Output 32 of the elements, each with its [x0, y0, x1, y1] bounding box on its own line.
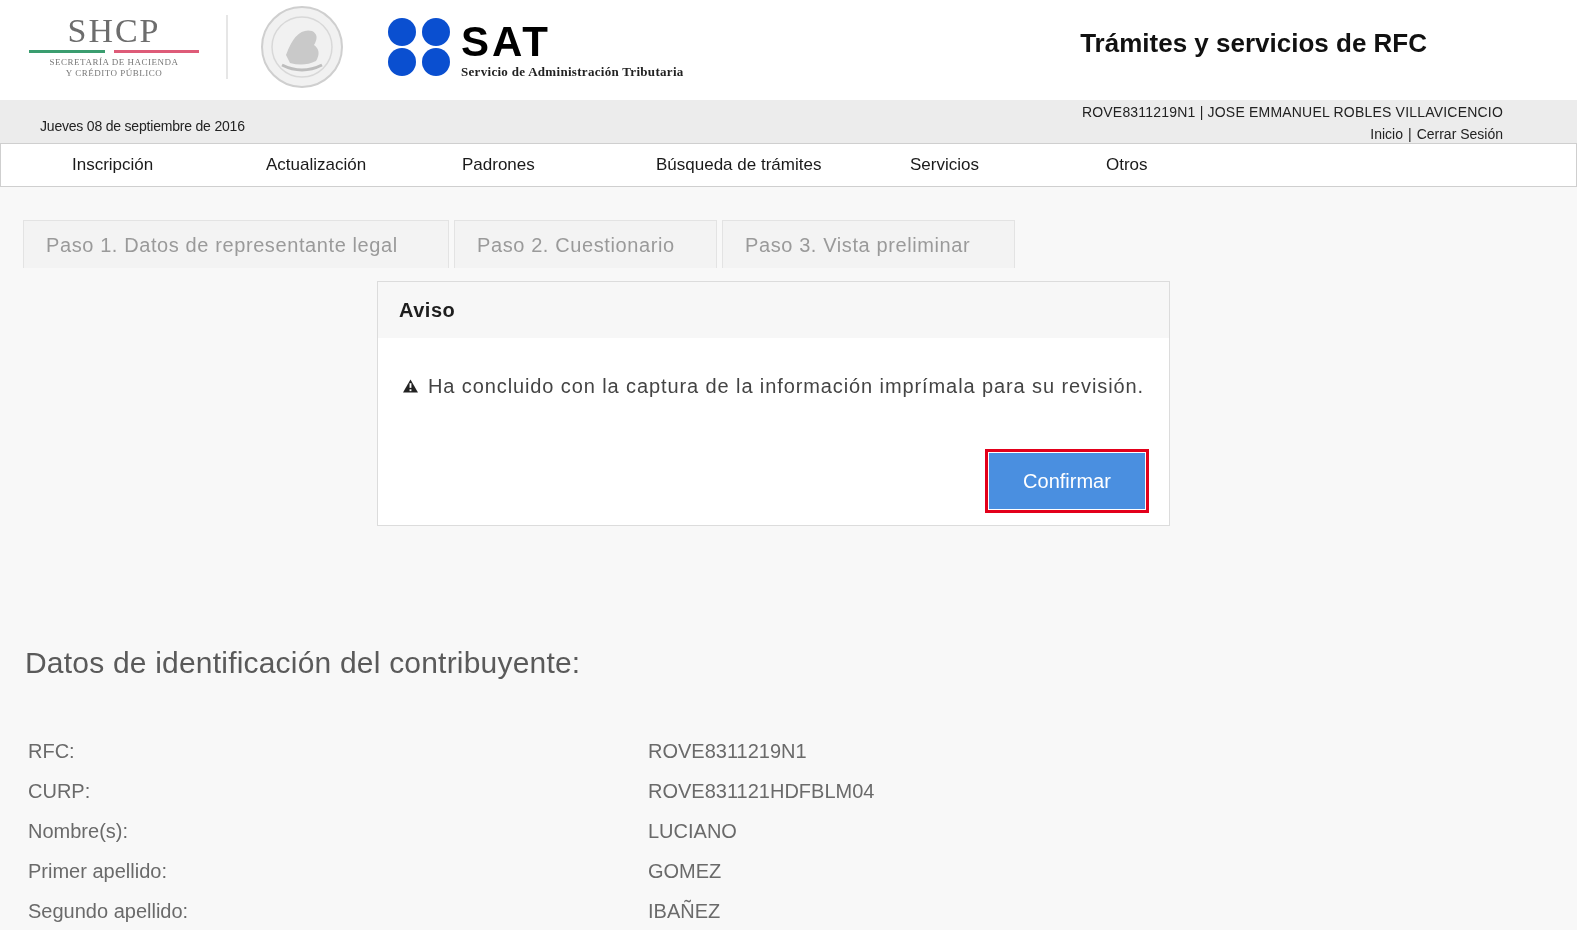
- field-value: ROVE831121HDFBLM04: [648, 779, 875, 803]
- field-label: Segundo apellido:: [28, 899, 189, 923]
- header-link[interactable]: Cerrar Sesión: [1416, 125, 1503, 143]
- page-title: Trámites y servicios de RFC: [1080, 28, 1427, 58]
- field-label: CURP:: [28, 779, 91, 803]
- nav-menu-item[interactable]: Servicios: [910, 154, 979, 176]
- section-heading: Datos de identificación del contribuyente:: [25, 646, 581, 680]
- nav-menu-item[interactable]: Padrones: [462, 154, 535, 176]
- logo-subtitle: SECRETARÍA DE HACIENDA: [49, 57, 179, 68]
- field-value: IBAÑEZ: [648, 899, 721, 923]
- field-value: ROVE8311219N1: [648, 739, 807, 763]
- header-link[interactable]: Inicio: [1370, 125, 1403, 143]
- nav-menu-item[interactable]: Otros: [1106, 154, 1148, 176]
- nav-menu-item[interactable]: Búsqueda de trámites: [656, 154, 822, 176]
- nav-menu-item[interactable]: Actualización: [266, 154, 367, 176]
- field-value: LUCIANO: [648, 819, 737, 843]
- field-label: Nombre(s):: [28, 819, 128, 843]
- logo-subtitle: Servicio de Administración Tributaria: [461, 64, 684, 79]
- link-separator: |: [1408, 125, 1412, 143]
- dialog-title: Aviso: [399, 298, 456, 323]
- field-value: GOMEZ: [648, 859, 722, 883]
- nav-menu-item[interactable]: Inscripción: [72, 154, 154, 176]
- field-label: RFC:: [28, 739, 75, 763]
- date-text: Jueves 08 de septiembre de 2016: [40, 117, 245, 135]
- logo-wordmark: SHCP: [67, 14, 161, 48]
- user-info: ROVE8311219N1 | JOSE EMMANUEL ROBLES VILLAVICENCIO: [1081, 103, 1503, 121]
- field-label: Primer apellido:: [28, 859, 167, 883]
- four-dots-icon: [386, 18, 452, 76]
- logo-wordmark: SAT: [461, 24, 552, 60]
- dialog-message: Ha concluido con la captura de la información imprímala para su revisión.: [427, 374, 1144, 398]
- logo-subtitle: Y CRÉDITO PÚBLICO: [65, 68, 163, 79]
- warning-icon: [403, 379, 418, 393]
